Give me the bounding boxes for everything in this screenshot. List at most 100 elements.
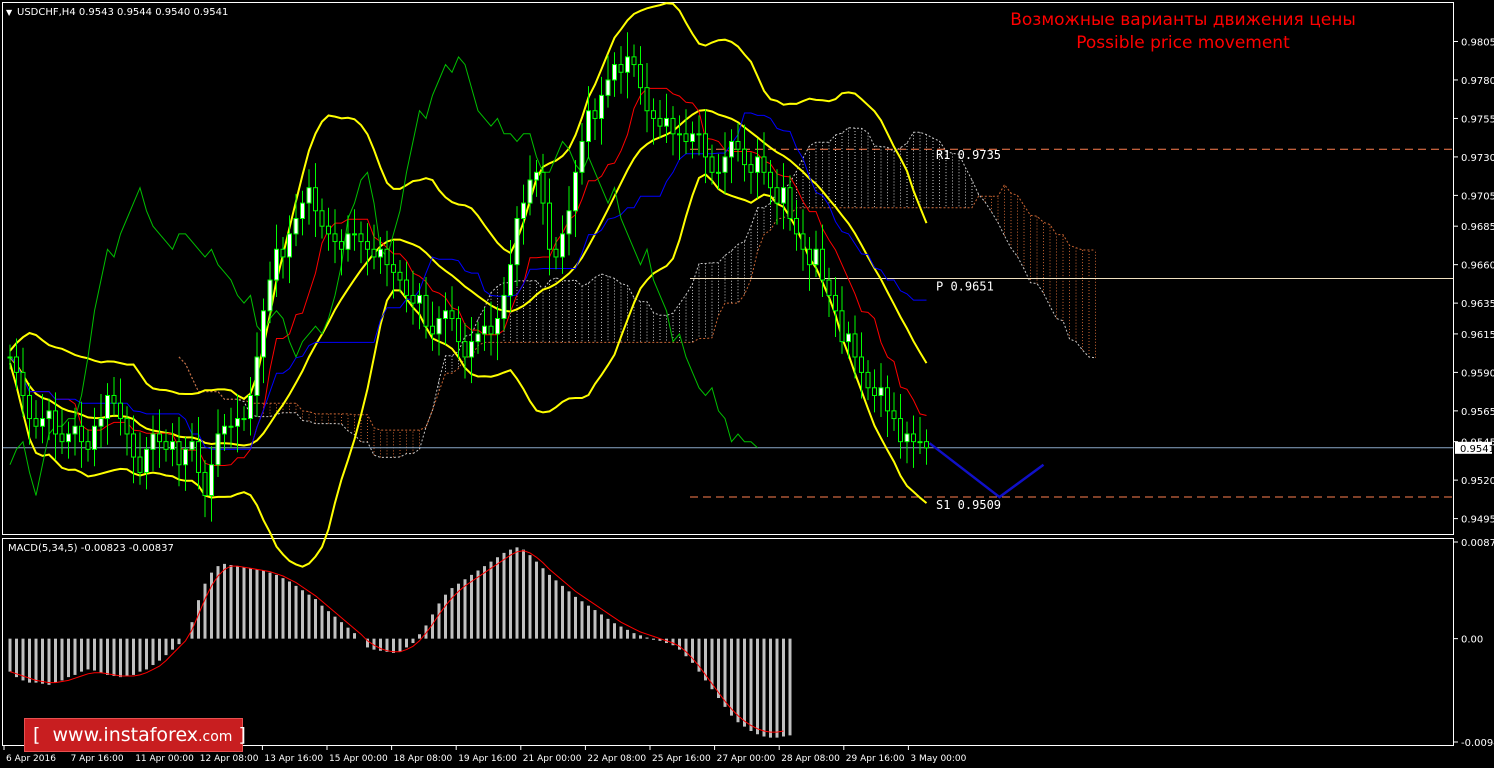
candle-body <box>820 248 825 281</box>
candle-body <box>716 171 721 174</box>
candle-body <box>891 410 897 420</box>
candle-body <box>456 318 461 343</box>
candle-body <box>748 164 754 173</box>
candle-body <box>807 248 812 266</box>
candle-body <box>664 117 669 127</box>
candle-body <box>293 217 299 235</box>
candle-body <box>911 433 916 443</box>
title-ru: Возможные варианты движения цены <box>1010 10 1356 30</box>
macd-y-tick-label: 0.00879 <box>1461 538 1494 549</box>
candle-body <box>475 333 481 343</box>
candle-body <box>794 217 799 235</box>
candle-body <box>14 356 19 373</box>
candle-body <box>27 394 32 420</box>
candle-body <box>495 318 500 335</box>
candle-body <box>274 248 279 281</box>
candle-body <box>241 418 247 421</box>
candle-body <box>40 418 45 427</box>
candle-body <box>72 425 78 435</box>
candle-body <box>196 441 201 473</box>
candle-body <box>826 279 832 296</box>
candle-body <box>410 294 416 304</box>
candle-body <box>865 371 871 389</box>
candle-body <box>53 410 58 435</box>
candle-body <box>703 133 708 158</box>
macd-y-tick-label: 0.00 <box>1461 635 1483 646</box>
y-tick-label: 0.9495 <box>1461 515 1494 526</box>
candle-body <box>391 264 396 273</box>
candle-body <box>319 210 325 227</box>
candle-body <box>183 448 188 466</box>
candle-body <box>417 294 422 304</box>
candle-body <box>46 410 52 420</box>
candle-body <box>638 64 643 89</box>
candle-body <box>20 371 26 396</box>
candle-body <box>787 187 793 219</box>
y-tick-label: 0.9565 <box>1461 407 1494 418</box>
watermark-site: www.instaforex <box>52 724 199 746</box>
x-tick-label: 29 Apr 16:00 <box>846 754 905 764</box>
candle-body <box>683 133 689 143</box>
candle-body <box>599 94 604 119</box>
y-tick-label: 0.9705 <box>1461 191 1494 202</box>
candle-body <box>7 356 13 359</box>
candle-body <box>131 433 136 458</box>
candle-body <box>579 141 585 173</box>
macd-header: MACD(5,34,5) -0.00823 -0.00837 <box>8 543 174 554</box>
candle-body <box>781 187 786 204</box>
candle-body <box>488 325 494 335</box>
candle-body <box>462 341 468 358</box>
watermark-bracket-close: ] <box>238 724 246 746</box>
candle-body <box>501 294 507 320</box>
candle-body <box>573 171 578 212</box>
candle-body <box>144 448 149 473</box>
x-tick-label: 12 Apr 08:00 <box>200 754 259 764</box>
candle-body <box>85 441 91 450</box>
candle-body <box>79 425 84 443</box>
candle-body <box>833 294 838 312</box>
candle-body <box>534 171 539 181</box>
price-chart: R1 0.9735 P 0.9651 S1 0.9509 0.9805 0.9780 0… <box>0 0 1494 768</box>
symbol-header: USDCHF,H4 0.9543 0.9544 0.9540 0.9541 <box>17 7 228 18</box>
x-tick-label: 22 Apr 08:00 <box>587 754 646 764</box>
candle-body <box>677 133 682 136</box>
candle-body <box>586 110 591 143</box>
candle-body <box>66 433 71 443</box>
candle-body <box>547 202 552 250</box>
candle-body <box>111 394 117 404</box>
candle-body <box>651 110 656 119</box>
instaforex-watermark: [ www.instaforex.com ] <box>24 718 246 752</box>
candle-body <box>761 156 767 173</box>
y-tick-label: 0.9520 <box>1461 476 1494 487</box>
level-label-s1: S1 0.9509 <box>936 498 1001 512</box>
candle-body <box>176 441 182 466</box>
y-tick-label: 0.9615 <box>1461 330 1494 341</box>
candle-body <box>332 233 338 243</box>
candle-body <box>222 425 227 435</box>
y-tick-label: 0.9755 <box>1461 114 1494 125</box>
candle-body <box>631 56 637 66</box>
x-tick-label: 7 Apr 16:00 <box>71 754 124 764</box>
dropdown-arrow-icon[interactable]: ▼ <box>6 8 13 17</box>
y-tick-label: 0.9730 <box>1461 153 1494 164</box>
y-tick-label: 0.9805 <box>1461 37 1494 48</box>
candle-body <box>358 233 364 243</box>
candle-body <box>742 148 747 166</box>
candle-body <box>137 456 143 473</box>
y-tick-label: 0.9685 <box>1461 222 1494 233</box>
candle-body <box>98 418 104 427</box>
candle-body <box>859 356 864 373</box>
x-tick-label: 28 Apr 08:00 <box>781 754 840 764</box>
title-en: Possible price movement <box>1076 33 1290 53</box>
x-tick-label: 18 Apr 08:00 <box>394 754 453 764</box>
candle-body <box>625 56 630 73</box>
current-price-label: 0.9541 <box>1460 444 1494 455</box>
watermark-bracket-open: [ <box>33 724 41 746</box>
candle-body <box>904 433 910 443</box>
candle-body <box>774 187 780 204</box>
watermark-domain: .com <box>198 729 233 745</box>
candle-body <box>189 441 195 450</box>
candle-body <box>872 387 877 396</box>
candle-body <box>384 248 390 266</box>
candle-body <box>508 264 513 296</box>
